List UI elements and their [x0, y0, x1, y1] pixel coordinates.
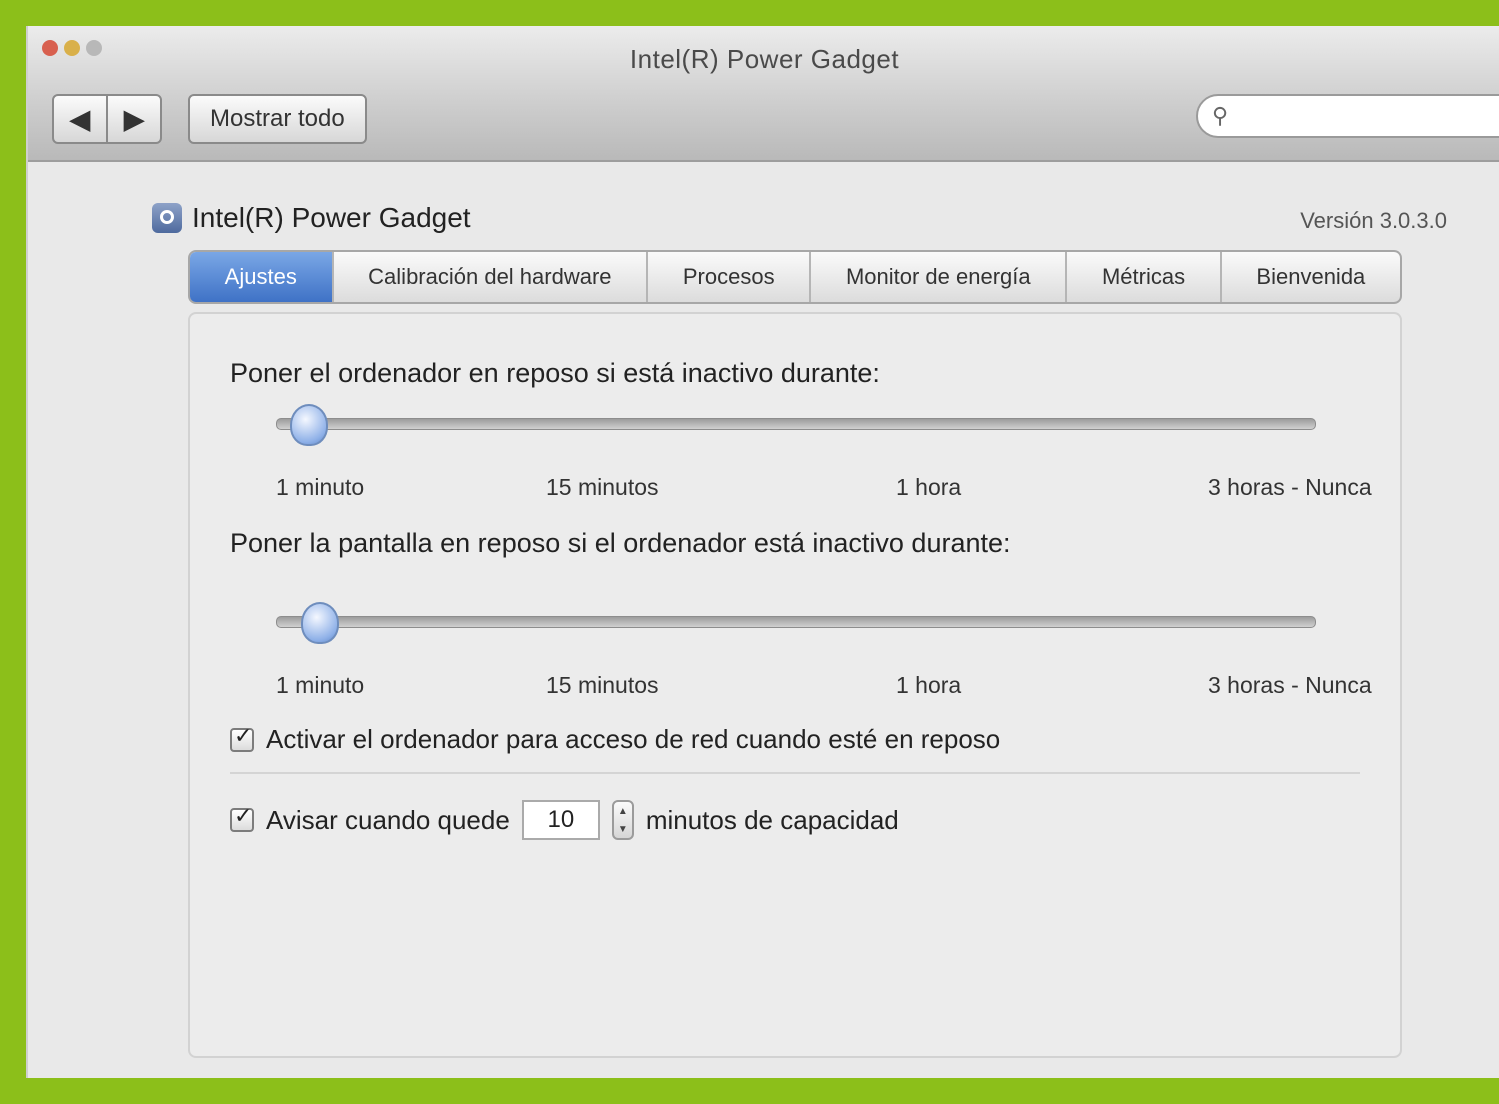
sleep-computer-tick-3: 1 hora	[896, 474, 962, 500]
sleep-computer-tick-2: 15 minutos	[546, 474, 659, 500]
sleep-display-slider-track[interactable]	[276, 616, 1316, 628]
navigation-buttons: ◀ ▶	[52, 94, 162, 144]
tab-welcome[interactable]: Bienvenida	[1219, 252, 1400, 302]
preference-pane: Intel(R) Power Gadget Versión 3.0.3.0 Aj…	[28, 162, 1499, 1078]
wake-network-checkbox[interactable]	[230, 724, 254, 752]
sleep-display-tick-3: 1 hora	[896, 672, 962, 698]
forward-arrow-icon: ▶	[124, 103, 144, 134]
sleep-computer-slider-track[interactable]	[276, 418, 1316, 430]
tab-settings[interactable]: Ajustes	[190, 252, 332, 302]
tab-hardware-calibration[interactable]: Calibración del hardware	[331, 252, 647, 302]
sleep-display-tick-1: 1 minuto	[276, 672, 365, 698]
pref-pane-header: Intel(R) Power Gadget	[152, 202, 471, 234]
warning-label-after: minutos de capacidad	[645, 804, 899, 835]
settings-panel: Poner el ordenador en reposo si está ina…	[188, 312, 1402, 1058]
tab-processes[interactable]: Procesos	[646, 252, 809, 302]
low-battery-checkbox[interactable]	[230, 804, 254, 832]
stepper-down-icon[interactable]: ▼	[618, 824, 628, 835]
forward-button[interactable]: ▶	[106, 96, 160, 142]
show-all-label: Mostrar todo	[210, 105, 345, 132]
tab-energy-monitor[interactable]: Monitor de energía	[809, 252, 1065, 302]
search-input[interactable]	[1238, 102, 1483, 130]
search-icon: ⚲	[1212, 103, 1229, 128]
pref-pane-title: Intel(R) Power Gadget	[192, 202, 471, 233]
version-label: Versión 3.0.3.0	[1300, 208, 1447, 233]
wake-network-label: Activar el ordenador para acceso de red …	[266, 724, 1001, 754]
sleep-display-label: Poner la pantalla en reposo si el ordena…	[230, 528, 1011, 558]
minutes-field[interactable]: 10	[521, 800, 600, 840]
search-field[interactable]: ⚲	[1196, 94, 1499, 138]
low-battery-warning-option[interactable]: Avisar cuando quede 10 ▲ ▼ minutos de ca…	[230, 800, 899, 840]
minutes-stepper[interactable]: ▲ ▼	[611, 800, 634, 840]
show-all-button[interactable]: Mostrar todo	[188, 94, 367, 144]
sleep-display-slider-knob[interactable]	[300, 602, 339, 644]
stepper-up-icon[interactable]: ▲	[618, 806, 628, 817]
title-bar: Intel(R) Power Gadget ◀ ▶ Mostrar todo ⚲	[28, 26, 1499, 162]
warning-label-before: Avisar cuando quede	[266, 804, 510, 835]
sleep-computer-tick-4: 3 horas - Nunca	[1208, 474, 1372, 500]
sleep-computer-slider-knob[interactable]	[290, 404, 329, 446]
back-button[interactable]: ◀	[54, 96, 106, 142]
window-title: Intel(R) Power Gadget	[629, 44, 900, 74]
sleep-display-tick-4: 3 horas - Nunca	[1208, 672, 1372, 698]
tab-metrics[interactable]: Métricas	[1065, 252, 1219, 302]
sleep-computer-tick-1: 1 minuto	[276, 474, 365, 500]
power-gadget-icon	[152, 203, 182, 233]
sleep-display-tick-2: 15 minutos	[546, 672, 659, 698]
section-divider	[230, 772, 1360, 774]
wake-network-option[interactable]: Activar el ordenador para acceso de red …	[230, 724, 1000, 755]
back-arrow-icon: ◀	[70, 103, 90, 134]
preferences-window: Intel(R) Power Gadget ◀ ▶ Mostrar todo ⚲…	[26, 26, 1499, 1078]
tab-bar: Ajustes Calibración del hardware Proceso…	[188, 250, 1402, 304]
sleep-computer-label: Poner el ordenador en reposo si está ina…	[230, 358, 880, 388]
